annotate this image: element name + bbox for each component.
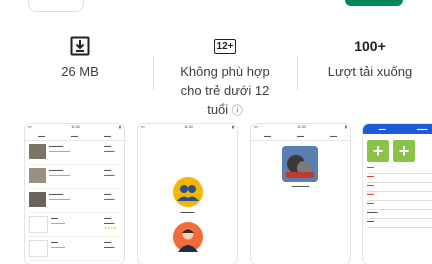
age-rating-icon: 12+ bbox=[160, 34, 290, 58]
blue-header: ▬▬ ▬▬▬ bbox=[363, 124, 432, 134]
screenshot-1[interactable]: ▪▪▪ 11:30 ▮ ▬▬ ▬▬ ▬▬ ▬▬▬▬ ▬▬▬▬▬▬ ▬▬ ▬▬▬ ▬▬▬▬ ▬▬… bbox=[25, 124, 124, 264]
install-button[interactable] bbox=[345, 0, 403, 6]
downloads-stat: 100+ Lượt tải xuống bbox=[310, 34, 430, 81]
app-icon-card bbox=[28, 0, 84, 12]
age-rating-line-3: tuổi bbox=[207, 102, 229, 117]
list-item: ▬▬▬▬ ▬▬▬▬▬▬ ▬▬ ▬▬▬ bbox=[29, 144, 120, 165]
add-icon: + bbox=[367, 140, 389, 162]
list-item: ▬▬▬▬ ▬▬▬▬▬▬ ▬▬ ▬▬▬ bbox=[29, 192, 120, 213]
list-item: ▬▬▬▬ ▬▬▬▬▬▬ ▬▬ ▬▬▬ bbox=[29, 168, 120, 189]
download-icon bbox=[40, 34, 120, 58]
profile-icon bbox=[173, 222, 203, 252]
screenshot-4[interactable]: ▬▬ ▬▬▬ + + ▬▬ ▬▬ ▬▬ ▬▬ ▬▬ ▬▬▬ ▬▬ bbox=[363, 124, 432, 264]
downloads-text: Lượt tải xuống bbox=[327, 64, 413, 79]
add-icon: + bbox=[393, 140, 415, 162]
age-rating-badge: 12+ bbox=[213, 38, 237, 54]
app-stats-row: 26 MB 12+ Không phù hợp cho trẻ dưới 12 … bbox=[0, 34, 432, 118]
divider bbox=[297, 56, 298, 90]
age-rating-stat: 12+ Không phù hợp cho trẻ dưới 12 tuổi ⓘ bbox=[160, 34, 290, 121]
age-rating-text: Không phù hợp cho trẻ dưới 12 tuổi ⓘ bbox=[160, 62, 290, 121]
size-text: 26 MB bbox=[61, 64, 99, 79]
screenshot-2[interactable]: ▪▪▪ 11:30 ▮ ▬▬▬▬ bbox=[138, 124, 237, 264]
user-group-icon bbox=[173, 177, 203, 207]
divider bbox=[153, 56, 154, 90]
info-icon[interactable]: ⓘ bbox=[232, 105, 243, 117]
downloads-value: 100+ bbox=[354, 38, 386, 54]
photo-thumbnail bbox=[282, 146, 318, 182]
size-stat: 26 MB bbox=[40, 34, 120, 81]
screenshot-3[interactable]: ▪▪▪ 11:30 ▮ ▬▬ ▬▬ ▬▬ ▬▬▬▬▬ bbox=[251, 124, 350, 264]
list-item: ▬▬ ▬▬▬▬ ▬▬ ▬▬▬ ★★★★ bbox=[29, 216, 120, 237]
list-item: ▬▬ ▬▬▬▬ ▬▬ ▬▬▬ bbox=[29, 240, 120, 261]
age-rating-line-1: Không phù hợp bbox=[180, 64, 270, 79]
screenshot-carousel[interactable]: ▪▪▪ 11:30 ▮ ▬▬ ▬▬ ▬▬ ▬▬▬▬ ▬▬▬▬▬▬ ▬▬ ▬▬▬ ▬▬▬▬ ▬▬… bbox=[0, 124, 432, 264]
age-rating-line-2: cho trẻ dưới 12 bbox=[180, 83, 270, 98]
